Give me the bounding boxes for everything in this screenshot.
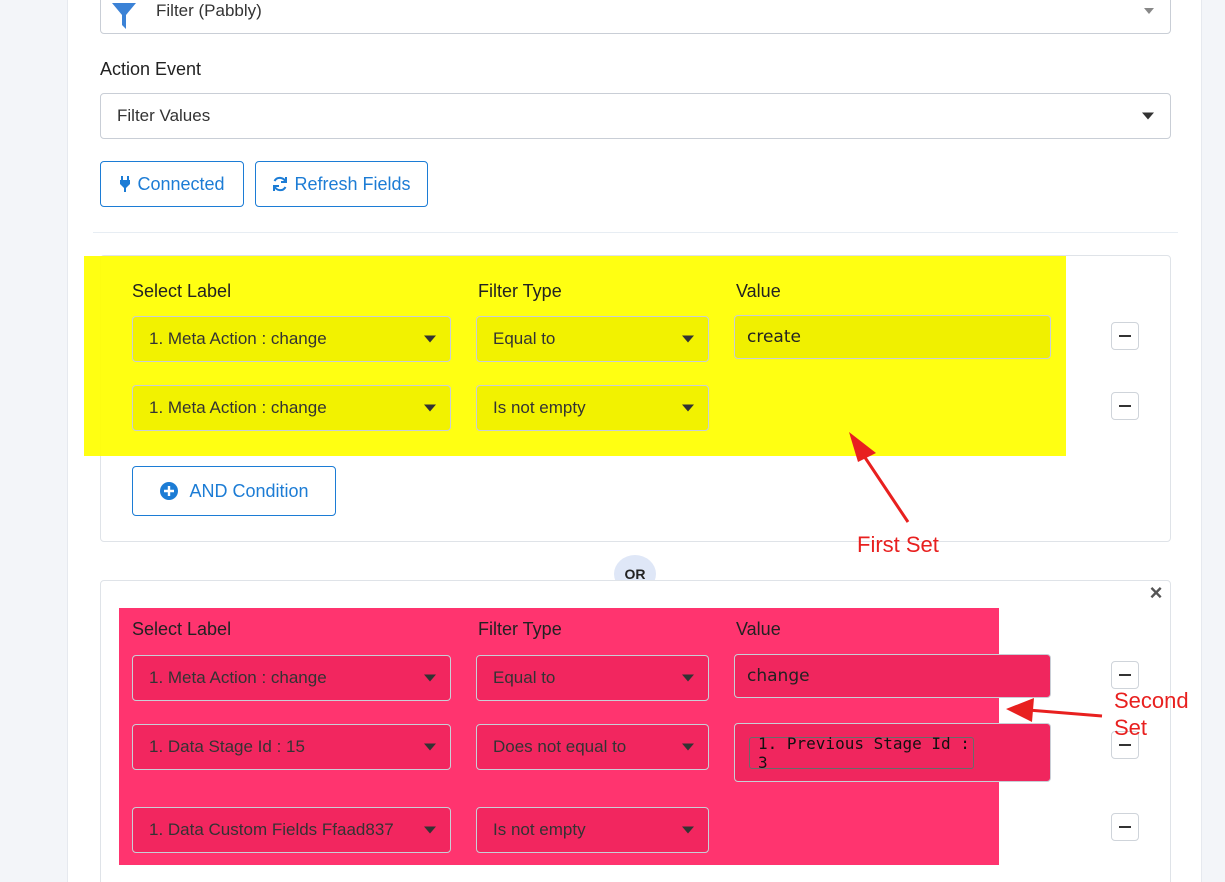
annotation-second-set-line2: Set [1114,715,1148,740]
arrow-second-set [1006,698,1103,722]
annotation-first-set: First Set [857,532,939,557]
arrow-first-set [849,432,910,523]
annotation-second-set-line1: Second [1114,688,1189,713]
annotation-arrows [849,432,1103,722]
